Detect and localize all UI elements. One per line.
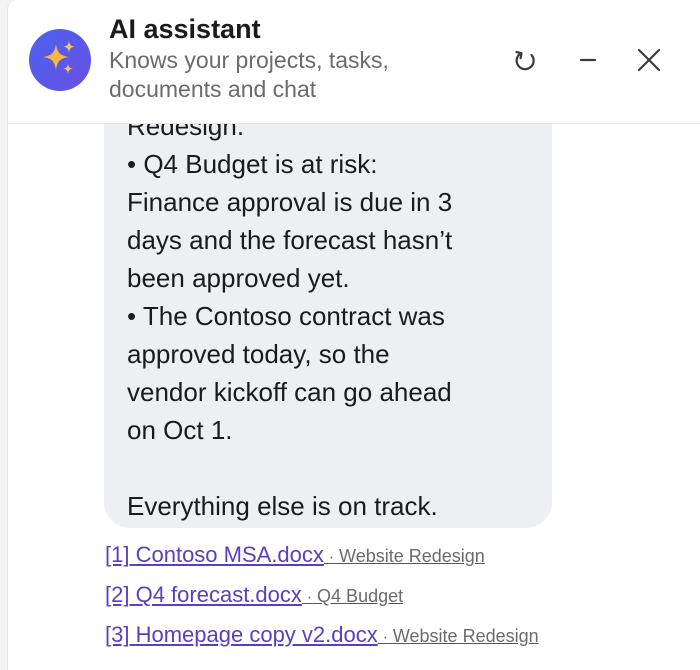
message-line: on Oct 1.	[127, 415, 233, 445]
source-link[interactable]: [2] Q4 forecast.docx · Q4 Budget	[105, 583, 665, 623]
message-line: • The Contoso contract was	[127, 301, 445, 331]
source-file-name[interactable]: Homepage copy v2.docx	[136, 622, 378, 647]
assistant-message-text: Redesign. • Q4 Budget is at risk: Financ…	[127, 107, 547, 525]
assistant-avatar	[29, 29, 91, 91]
message-line: Finance approval is due in 3	[127, 187, 453, 217]
minimize-icon	[579, 58, 597, 62]
message-line: been approved yet.	[127, 263, 350, 293]
source-citations: [1] Contoso MSA.docx · Website Redesign …	[105, 543, 665, 659]
refresh-button[interactable]	[505, 40, 545, 80]
message-line: • Q4 Budget is at risk:	[127, 149, 378, 179]
source-project: Q4 Budget	[317, 586, 404, 606]
source-ref[interactable]: [2]	[105, 582, 129, 607]
source-link[interactable]: [1] Contoso MSA.docx · Website Redesign	[105, 543, 665, 583]
source-project: Website Redesign	[339, 546, 485, 566]
refresh-icon	[515, 50, 535, 71]
source-project: Website Redesign	[392, 626, 539, 646]
source-ref[interactable]: [3]	[105, 622, 129, 647]
message-line: days and the forecast hasn’t	[127, 225, 453, 255]
source-file-name[interactable]: Q4 forecast.docx	[136, 582, 302, 607]
close-button[interactable]	[629, 40, 669, 80]
sparkles-icon	[43, 41, 75, 74]
close-icon	[637, 48, 661, 72]
assistant-message-bubble: Redesign. • Q4 Budget is at risk: Financ…	[104, 80, 552, 528]
message-line: approved today, so the	[127, 339, 390, 369]
assistant-panel: Redesign. • Q4 Budget is at risk: Financ…	[7, 0, 700, 670]
assistant-header: AI assistant Knows your projects, tasks,…	[8, 0, 700, 124]
source-ref[interactable]: [1]	[105, 542, 129, 567]
message-line: Everything else is on track.	[127, 491, 438, 521]
message-line: vendor kickoff can go ahead	[127, 377, 452, 407]
source-file-name[interactable]: Contoso MSA.docx	[136, 542, 324, 567]
minimize-button[interactable]	[568, 40, 608, 80]
assistant-title: AI assistant	[109, 14, 261, 44]
source-link[interactable]: [3] Homepage copy v2.docx · Website Rede…	[105, 623, 665, 659]
assistant-subtitle: Knows your projects, tasks, documents an…	[109, 47, 389, 102]
